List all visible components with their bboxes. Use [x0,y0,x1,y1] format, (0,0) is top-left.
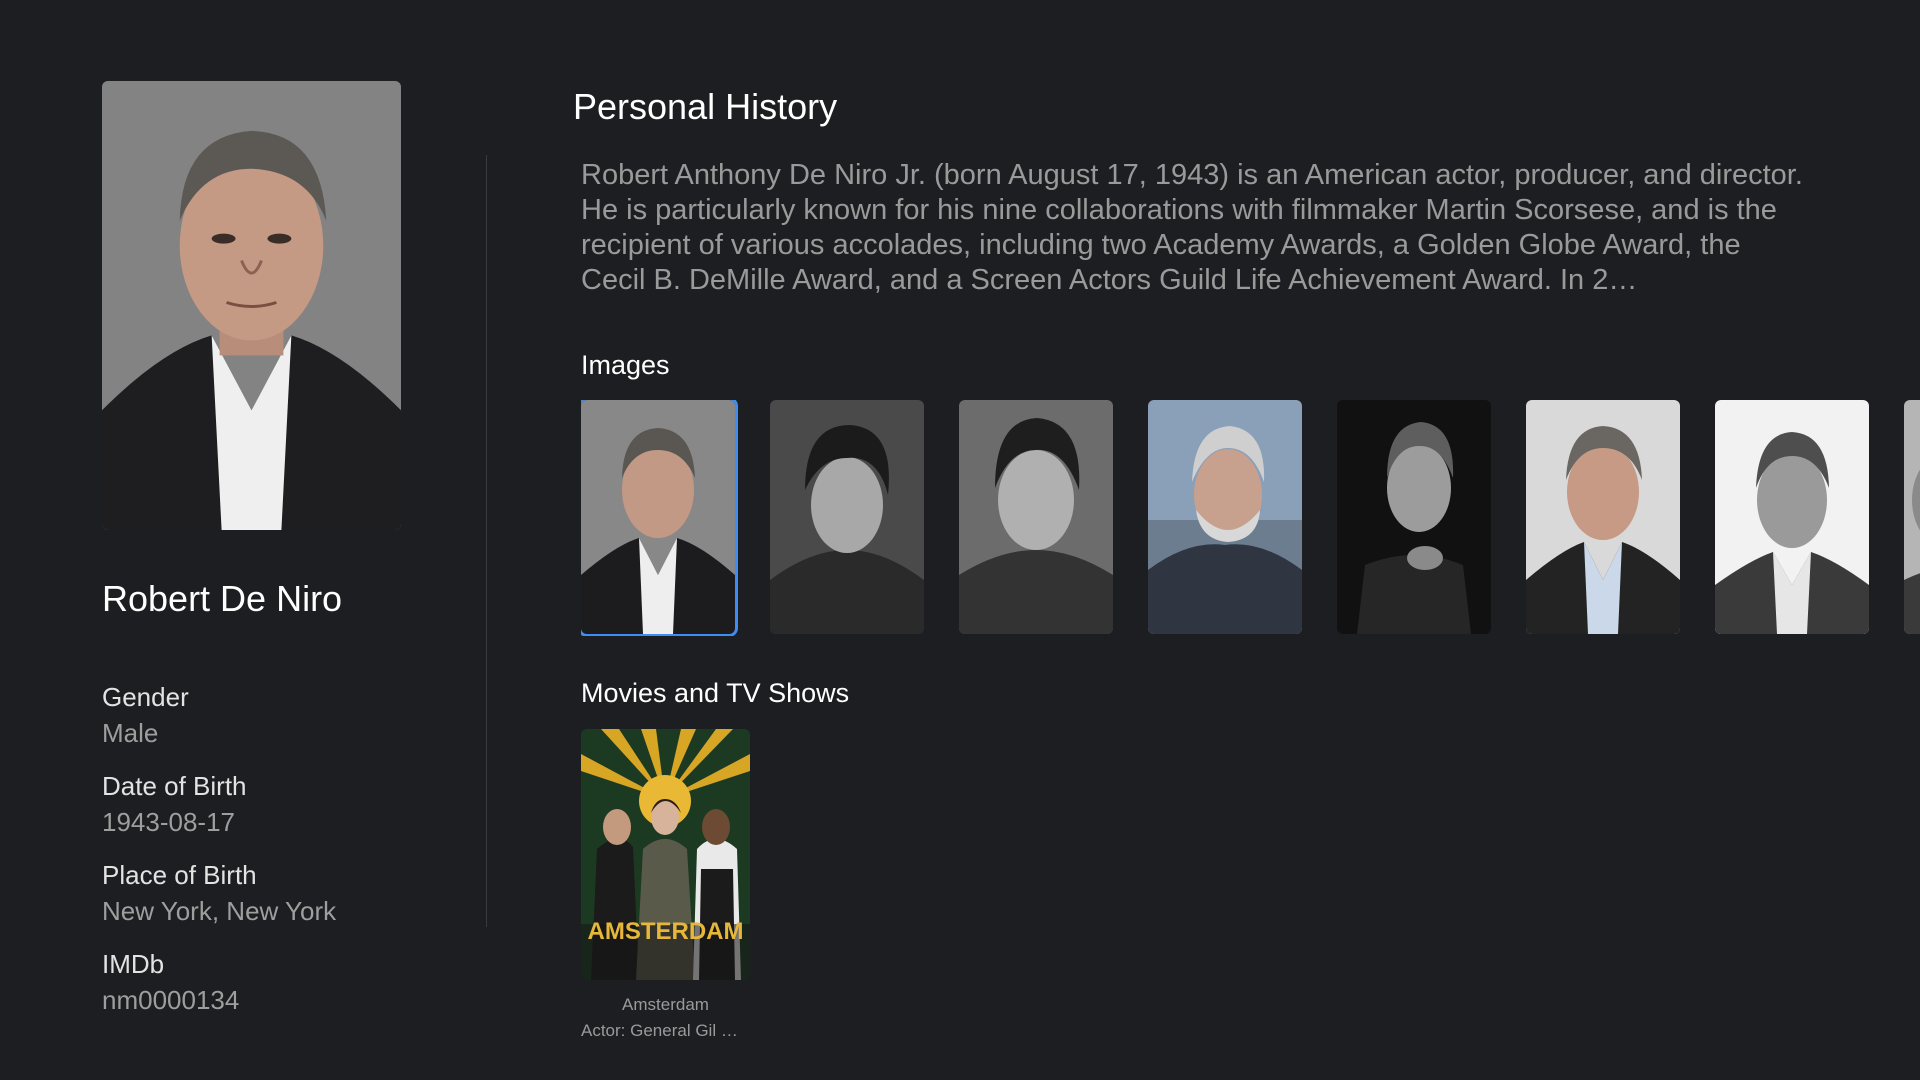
fact-gender: Gender Male [102,679,462,768]
fact-label: Gender [102,682,189,712]
movie-caption: Amsterdam Actor: General Gil D… [581,992,750,1044]
fact-value: New York, New York [102,896,337,926]
person-details-page: Robert De Niro Gender Male Date of Birth… [0,0,1920,1080]
fact-date-of-birth: Date of Birth 1943-08-17 [102,768,462,857]
profile-portrait [102,81,401,530]
personal-history-title: Personal History [573,86,838,127]
fact-place-of-birth: Place of Birth New York, New York [102,857,462,946]
fact-label: IMDb [102,949,165,979]
movie-title: Amsterdam [622,995,709,1014]
poster-title-text: AMSTERDAM [588,918,744,945]
image-thumbnail[interactable] [1148,400,1302,634]
movie-role: Actor: General Gil D… [581,1021,750,1040]
movies-section-title: Movies and TV Shows [581,678,850,708]
images-carousel [581,400,1920,636]
fact-value: Male [102,718,159,748]
fact-label: Date of Birth [102,771,247,801]
person-name: Robert De Niro [102,578,343,619]
image-thumbnail[interactable] [959,400,1113,634]
fact-imdb: IMDb nm0000134 [102,946,462,1035]
image-thumbnail[interactable] [1715,400,1869,634]
fact-value: nm0000134 [102,985,240,1015]
image-thumbnail[interactable] [1526,400,1680,634]
image-thumbnail[interactable] [1337,400,1491,634]
column-divider [486,155,487,927]
image-thumbnail[interactable] [581,400,735,634]
image-thumbnail[interactable] [1904,400,1920,634]
biography-text[interactable]: Robert Anthony De Niro Jr. (born August … [581,158,1811,298]
fact-value: 1943-08-17 [102,807,235,837]
image-thumbnail[interactable] [770,400,924,634]
movie-poster-amsterdam[interactable]: AMSTERDAM [581,729,750,980]
person-facts: Gender Male Date of Birth 1943-08-17 Pla… [102,679,462,1035]
images-section-title: Images [581,350,670,380]
fact-label: Place of Birth [102,860,257,890]
